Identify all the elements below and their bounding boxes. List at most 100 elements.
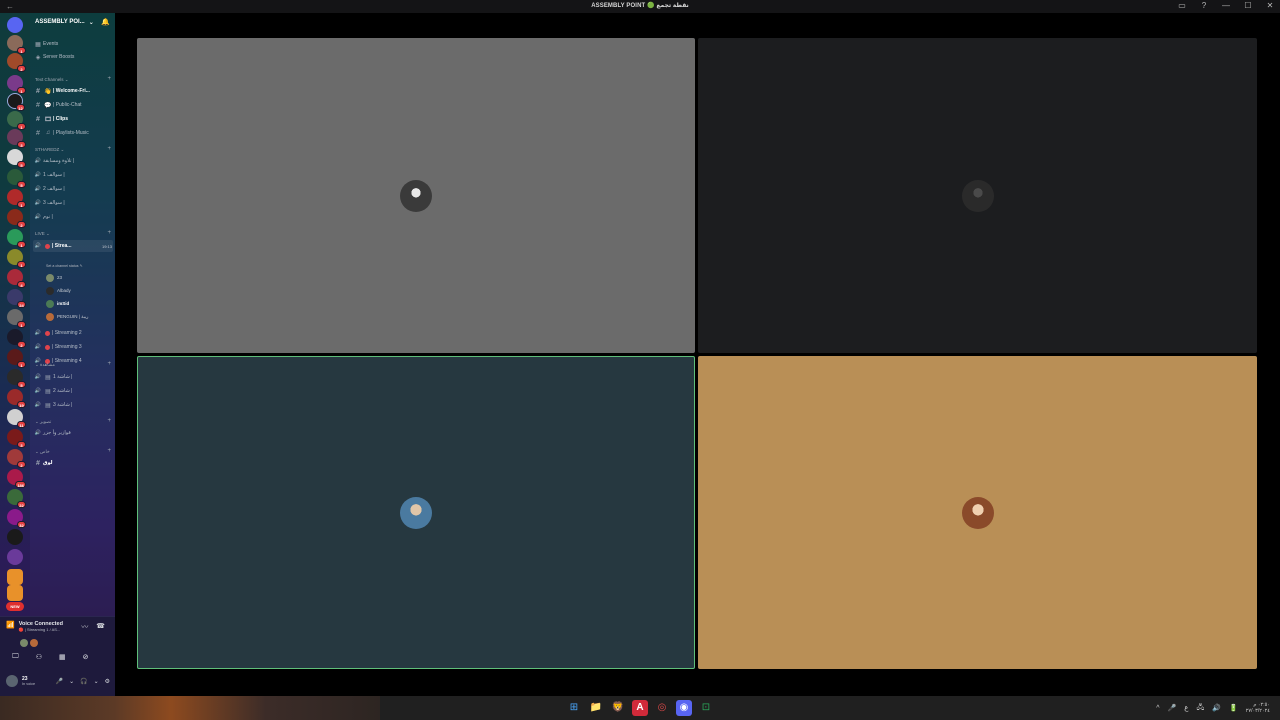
close-icon[interactable]: ✕ bbox=[1264, 1, 1276, 10]
gear-icon[interactable]: ⚙ bbox=[105, 678, 110, 685]
voice-member[interactable]: PENGUIN | ريبة bbox=[46, 311, 88, 322]
server-icon[interactable]: 2 bbox=[7, 209, 26, 228]
screen-share-icon[interactable]: ⚇ bbox=[36, 653, 42, 661]
channel-playlists[interactable]: # ♫ | Playlists-Music bbox=[33, 127, 113, 139]
server-icon[interactable] bbox=[7, 569, 23, 585]
channel-welcome[interactable]: # 👋 | Welcome-Fri... bbox=[33, 85, 113, 97]
clock[interactable]: ٠٢:٥٠ م ٢٧/٠٣/٢٠٢٤ bbox=[1246, 702, 1270, 714]
server-icon[interactable]: 22 bbox=[7, 489, 26, 508]
server-icon[interactable]: 24 bbox=[7, 289, 26, 308]
voice-member[interactable]: Albady bbox=[46, 285, 71, 296]
headphones-icon[interactable]: 🎧 bbox=[80, 678, 87, 685]
start-icon[interactable]: ⊞ bbox=[566, 700, 582, 716]
server-icon[interactable]: 4 bbox=[7, 269, 26, 288]
server-icon[interactable]: 1 bbox=[7, 189, 26, 208]
channel-public-chat[interactable]: # 💬 | Public-Chat bbox=[33, 99, 113, 111]
server-icon[interactable]: 2 bbox=[7, 53, 26, 72]
server-icon[interactable]: 1 bbox=[7, 111, 26, 130]
server-boosts-item[interactable]: ◈ Server Boosts bbox=[33, 51, 113, 63]
server-icon[interactable]: 1 bbox=[7, 309, 26, 328]
voice-member[interactable]: 23 bbox=[46, 272, 62, 283]
add-channel-icon[interactable]: + bbox=[107, 146, 111, 153]
voice-channel[interactable]: 🔊 نوم | bbox=[33, 211, 113, 223]
category-photos[interactable]: ⌄ تصوير + bbox=[35, 418, 111, 425]
participant-tile-speaking[interactable] bbox=[137, 356, 695, 669]
file-explorer-icon[interactable]: 📁 bbox=[588, 700, 604, 716]
new-badge[interactable]: NEW bbox=[6, 602, 24, 611]
voice-channel[interactable]: 🔊 تلاوة ومسابقة | bbox=[33, 155, 113, 167]
category-private[interactable]: ⌄ خاص + bbox=[35, 448, 111, 455]
voice-channel[interactable]: 🔊 | Streaming 3 bbox=[33, 341, 113, 353]
network-icon[interactable]: 🖧 bbox=[1196, 703, 1204, 714]
server-icon[interactable]: 1 bbox=[7, 75, 26, 94]
category-watch[interactable]: ⌄ مشاهدة + bbox=[35, 361, 111, 368]
user-avatar[interactable] bbox=[6, 675, 18, 687]
voice-channel[interactable]: 🔊 ▤ شاشة 3 | bbox=[33, 399, 113, 411]
voice-channel[interactable]: 🔊 سوالف 3 | bbox=[33, 197, 113, 209]
server-icon[interactable] bbox=[7, 585, 23, 601]
server-icon[interactable]: 2 bbox=[7, 449, 26, 468]
bell-icon[interactable]: 🔔 bbox=[101, 18, 110, 26]
participant-tile[interactable] bbox=[698, 38, 1257, 353]
server-icon[interactable] bbox=[7, 529, 23, 545]
disconnect-icon[interactable]: ☎ bbox=[96, 622, 105, 632]
server-icon[interactable]: 5 bbox=[7, 149, 26, 168]
category-text-channels[interactable]: Text Channels ⌄ + bbox=[35, 76, 111, 83]
soundboard-icon[interactable]: ⊘ bbox=[83, 653, 89, 661]
microphone-icon[interactable]: 🎤 bbox=[56, 678, 63, 685]
discord-icon[interactable]: ◉ bbox=[676, 700, 692, 716]
home-button[interactable] bbox=[7, 17, 23, 33]
minimize-icon[interactable]: — bbox=[1220, 1, 1232, 10]
server-icon[interactable]: 11 bbox=[7, 409, 26, 428]
chevron-down-icon[interactable]: ⌄ bbox=[69, 678, 74, 685]
server-icon[interactable]: 19 bbox=[7, 389, 26, 408]
participant-tile[interactable] bbox=[698, 356, 1257, 669]
app-a-icon[interactable]: A bbox=[632, 700, 648, 716]
voice-channel[interactable]: 🔊 ▤ شاشة 2 | bbox=[33, 385, 113, 397]
microphone-icon[interactable]: 🎤 bbox=[1168, 704, 1177, 712]
server-icon[interactable]: 1 bbox=[7, 229, 26, 248]
add-channel-icon[interactable]: + bbox=[107, 418, 111, 425]
add-channel-icon[interactable]: + bbox=[107, 76, 111, 83]
server-icon[interactable]: 2 bbox=[7, 329, 26, 348]
server-icon[interactable]: 3 bbox=[7, 429, 26, 448]
category-live[interactable]: LIVE ⌄ + bbox=[35, 230, 111, 237]
language-indicator[interactable]: ع bbox=[1184, 704, 1188, 712]
chevron-up-icon[interactable]: ^ bbox=[1156, 705, 1159, 712]
battery-icon[interactable]: 🔋 bbox=[1229, 704, 1238, 712]
server-icon[interactable] bbox=[7, 549, 23, 565]
server-icon[interactable]: 3 bbox=[7, 129, 26, 148]
channel-clips[interactable]: # 🎞 | Clips bbox=[33, 113, 113, 125]
text-channel[interactable]: # لوق bbox=[33, 457, 113, 469]
server-icon[interactable]: 5 bbox=[7, 169, 26, 188]
app-icon[interactable]: ⊡ bbox=[698, 700, 714, 716]
server-icon[interactable]: 1 bbox=[7, 349, 26, 368]
set-channel-status[interactable]: Set a channel status ✎ bbox=[46, 264, 83, 268]
chevron-down-icon[interactable]: ⌄ bbox=[94, 678, 99, 685]
inbox-icon[interactable]: ▭ bbox=[1176, 1, 1188, 10]
server-icon[interactable]: 186 bbox=[7, 469, 26, 488]
chrome-icon[interactable]: ◎ bbox=[654, 700, 670, 716]
server-icon[interactable]: 5 bbox=[7, 369, 26, 388]
help-icon[interactable]: ? bbox=[1198, 1, 1210, 10]
brave-browser-icon[interactable]: 🦁 bbox=[610, 700, 626, 716]
voice-member[interactable]: imSid bbox=[46, 298, 69, 309]
category-stharedz[interactable]: STHAREDZ ⌄ + bbox=[35, 146, 111, 153]
voice-connection-status[interactable]: 📶 Voice Connected 🔴 | Streaming 1 / AS..… bbox=[6, 621, 63, 632]
add-channel-icon[interactable]: + bbox=[107, 361, 111, 368]
participant-tile[interactable] bbox=[137, 38, 695, 353]
voice-channel[interactable]: 🔊 سوالف 2 | bbox=[33, 183, 113, 195]
activities-icon[interactable]: ▦ bbox=[59, 653, 66, 661]
add-channel-icon[interactable]: + bbox=[107, 448, 111, 455]
voice-channel[interactable]: 🔊 سوالف 1 | bbox=[33, 169, 113, 181]
volume-icon[interactable]: 🔊 bbox=[1212, 704, 1221, 712]
voice-channel[interactable]: 🔊 | Streaming 2 bbox=[33, 327, 113, 339]
noise-suppression-icon[interactable]: 〰 bbox=[81, 622, 88, 632]
events-item[interactable]: ▦ Events bbox=[33, 38, 113, 50]
add-channel-icon[interactable]: + bbox=[107, 230, 111, 237]
server-icon[interactable]: 1 bbox=[7, 249, 26, 268]
camera-icon[interactable]: 🖵 bbox=[12, 653, 19, 661]
maximize-icon[interactable]: ☐ bbox=[1242, 1, 1254, 10]
server-icon[interactable]: 12 bbox=[7, 93, 25, 111]
guild-header[interactable]: ASSEMBLY POI... ⌄ 🔔 bbox=[35, 18, 110, 26]
